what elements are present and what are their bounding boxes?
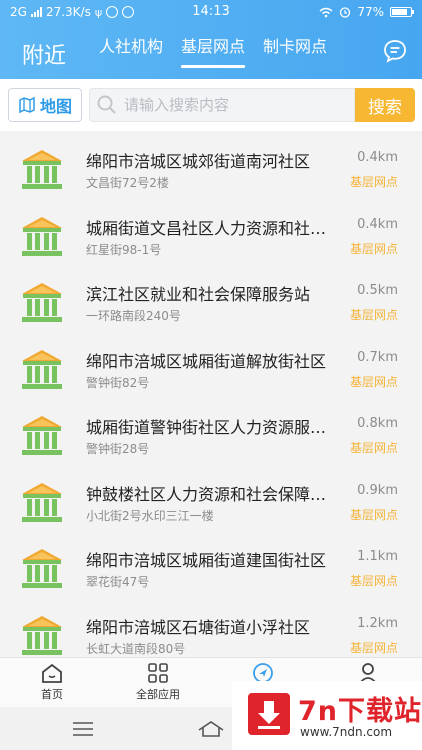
search-bar: 地图 搜索 bbox=[0, 79, 422, 131]
status-bar: 2G 27.3K/s ψ 14:13 77% bbox=[0, 0, 422, 24]
outlet-type: 基层网点 bbox=[349, 308, 398, 322]
search-input[interactable] bbox=[124, 96, 344, 114]
outlet-distance: 0.4km bbox=[357, 216, 398, 232]
outlet-type: 基层网点 bbox=[349, 175, 398, 189]
outlet-distance: 1.2km bbox=[357, 615, 398, 631]
page-title: 附近 bbox=[22, 44, 67, 69]
institution-building-icon bbox=[22, 283, 62, 322]
outlet-name: 绵阳市涪城区石塘街道小浮社区 bbox=[86, 617, 311, 637]
menu-icon[interactable] bbox=[72, 721, 94, 737]
outlet-distance: 0.5km bbox=[357, 283, 398, 298]
institution-building-icon bbox=[22, 549, 62, 588]
search-icon bbox=[97, 95, 116, 114]
list-item[interactable]: 城厢街道警钟街社区人力资源服务站 警钟街28号 0.8km 基层网点 bbox=[0, 403, 422, 470]
list-item[interactable]: 城厢街道文昌社区人力资源和社会保障服务站 红星街98-1号 0.4km 基层网点 bbox=[0, 203, 422, 270]
institution-building-icon bbox=[22, 150, 62, 189]
apps-grid-icon bbox=[148, 663, 168, 683]
chat-bubble-icon[interactable] bbox=[382, 38, 408, 64]
tab-hr-institutions[interactable]: 人社机构 bbox=[90, 36, 172, 68]
outlet-distance: 0.4km bbox=[357, 150, 398, 165]
search-box bbox=[89, 88, 355, 122]
outlet-name: 滨江社区就业和社会保障服务站 bbox=[86, 285, 311, 304]
app-header: 2G 27.3K/s ψ 14:13 77% 附近 人社机构 基层网点 制卡网点 bbox=[0, 0, 422, 79]
list-item[interactable]: 滨江社区就业和社会保障服务站 一环路南段240号 0.5km 基层网点 bbox=[0, 270, 422, 337]
institution-building-icon bbox=[22, 416, 62, 455]
outlet-name: 绵阳市涪城区城厢街道建国街社区 bbox=[86, 551, 327, 570]
home-system-icon[interactable] bbox=[197, 719, 225, 737]
outlet-distance: 0.7km bbox=[357, 349, 398, 365]
outlet-address: 文昌街72号2楼 bbox=[86, 176, 169, 190]
outlet-name: 钟鼓楼社区人力资源和社会保障服务站 bbox=[86, 484, 334, 504]
institution-building-icon bbox=[22, 615, 62, 655]
tab-grassroots-outlets[interactable]: 基层网点 bbox=[172, 36, 254, 68]
tab-card-outlets[interactable]: 制卡网点 bbox=[254, 36, 336, 68]
status-right: 77% bbox=[319, 5, 414, 19]
outlet-type: 基层网点 bbox=[349, 241, 398, 256]
outlet-name: 城厢街道文昌社区人力资源和社会保障服务站 bbox=[86, 218, 334, 238]
nav-all-apps[interactable]: 全部应用 bbox=[118, 662, 198, 702]
outlet-type: 基层网点 bbox=[349, 640, 398, 655]
map-button-label: 地图 bbox=[39, 97, 72, 116]
outlet-name: 绵阳市涪城区城厢街道解放街社区 bbox=[86, 351, 327, 371]
wifi-icon bbox=[319, 7, 333, 17]
outlet-address: 警钟街82号 bbox=[86, 375, 150, 390]
download-logo-icon bbox=[248, 693, 290, 735]
institution-building-icon bbox=[22, 482, 62, 522]
outlet-list: 绵阳市涪城区城郊街道南河社区 文昌街72号2楼 0.4km 基层网点 城厢街道文… bbox=[0, 137, 422, 657]
search-button[interactable]: 搜索 bbox=[355, 88, 415, 122]
institution-building-icon bbox=[22, 216, 62, 256]
outlet-name: 绵阳市涪城区城郊街道南河社区 bbox=[86, 152, 311, 171]
list-item[interactable]: 绵阳市涪城区城厢街道解放街社区 警钟街82号 0.7km 基层网点 bbox=[0, 336, 422, 403]
outlet-type: 基层网点 bbox=[349, 441, 398, 455]
outlet-address: 警钟街28号 bbox=[86, 442, 150, 456]
outlet-address: 翠花街47号 bbox=[86, 575, 150, 589]
watermark-url: www.7ndn.com bbox=[300, 725, 393, 739]
list-item[interactable]: 绵阳市涪城区石塘街道小浮社区 长虹大道南段80号 1.2km 基层网点 bbox=[0, 602, 422, 657]
nav-home[interactable]: 首页 bbox=[12, 662, 92, 702]
alarm-icon bbox=[340, 7, 351, 18]
watermark-title: 7n下载站 bbox=[298, 696, 422, 727]
list-item[interactable]: 绵阳市涪城区城郊街道南河社区 文昌街72号2楼 0.4km 基层网点 bbox=[0, 137, 422, 204]
list-item[interactable]: 钟鼓楼社区人力资源和社会保障服务站 小北街2号水印三江一楼 0.9km 基层网点 bbox=[0, 469, 422, 536]
institution-building-icon bbox=[22, 349, 62, 389]
outlet-name: 城厢街道警钟街社区人力资源服务站 bbox=[86, 418, 334, 437]
list-item[interactable]: 绵阳市涪城区城厢街道建国街社区 翠花街47号 1.1km 基层网点 bbox=[0, 536, 422, 603]
outlet-distance: 0.8km bbox=[357, 416, 398, 431]
map-button[interactable]: 地图 bbox=[8, 88, 82, 122]
watermark: 7n下载站 www.7ndn.com bbox=[232, 681, 422, 750]
outlet-address: 长虹大道南段80号 bbox=[86, 641, 186, 656]
outlet-distance: 1.1km bbox=[357, 549, 398, 564]
outlet-distance: 0.9km bbox=[357, 482, 398, 498]
outlet-address: 红星街98-1号 bbox=[86, 242, 162, 257]
nav-apps-label: 全部应用 bbox=[136, 688, 180, 701]
outlet-type: 基层网点 bbox=[349, 374, 398, 389]
tab-bar: 人社机构 基层网点 制卡网点 bbox=[90, 36, 336, 68]
map-icon bbox=[19, 96, 35, 114]
home-icon bbox=[42, 663, 62, 683]
outlet-address: 一环路南段240号 bbox=[86, 309, 181, 323]
outlet-type: 基层网点 bbox=[349, 574, 398, 588]
title-bar: 附近 人社机构 基层网点 制卡网点 bbox=[0, 24, 422, 79]
outlet-type: 基层网点 bbox=[349, 507, 398, 522]
battery-percent: 77% bbox=[357, 5, 384, 19]
nav-home-label: 首页 bbox=[41, 688, 63, 701]
battery-icon bbox=[390, 7, 414, 17]
outlet-address: 小北街2号水印三江一楼 bbox=[86, 508, 214, 523]
